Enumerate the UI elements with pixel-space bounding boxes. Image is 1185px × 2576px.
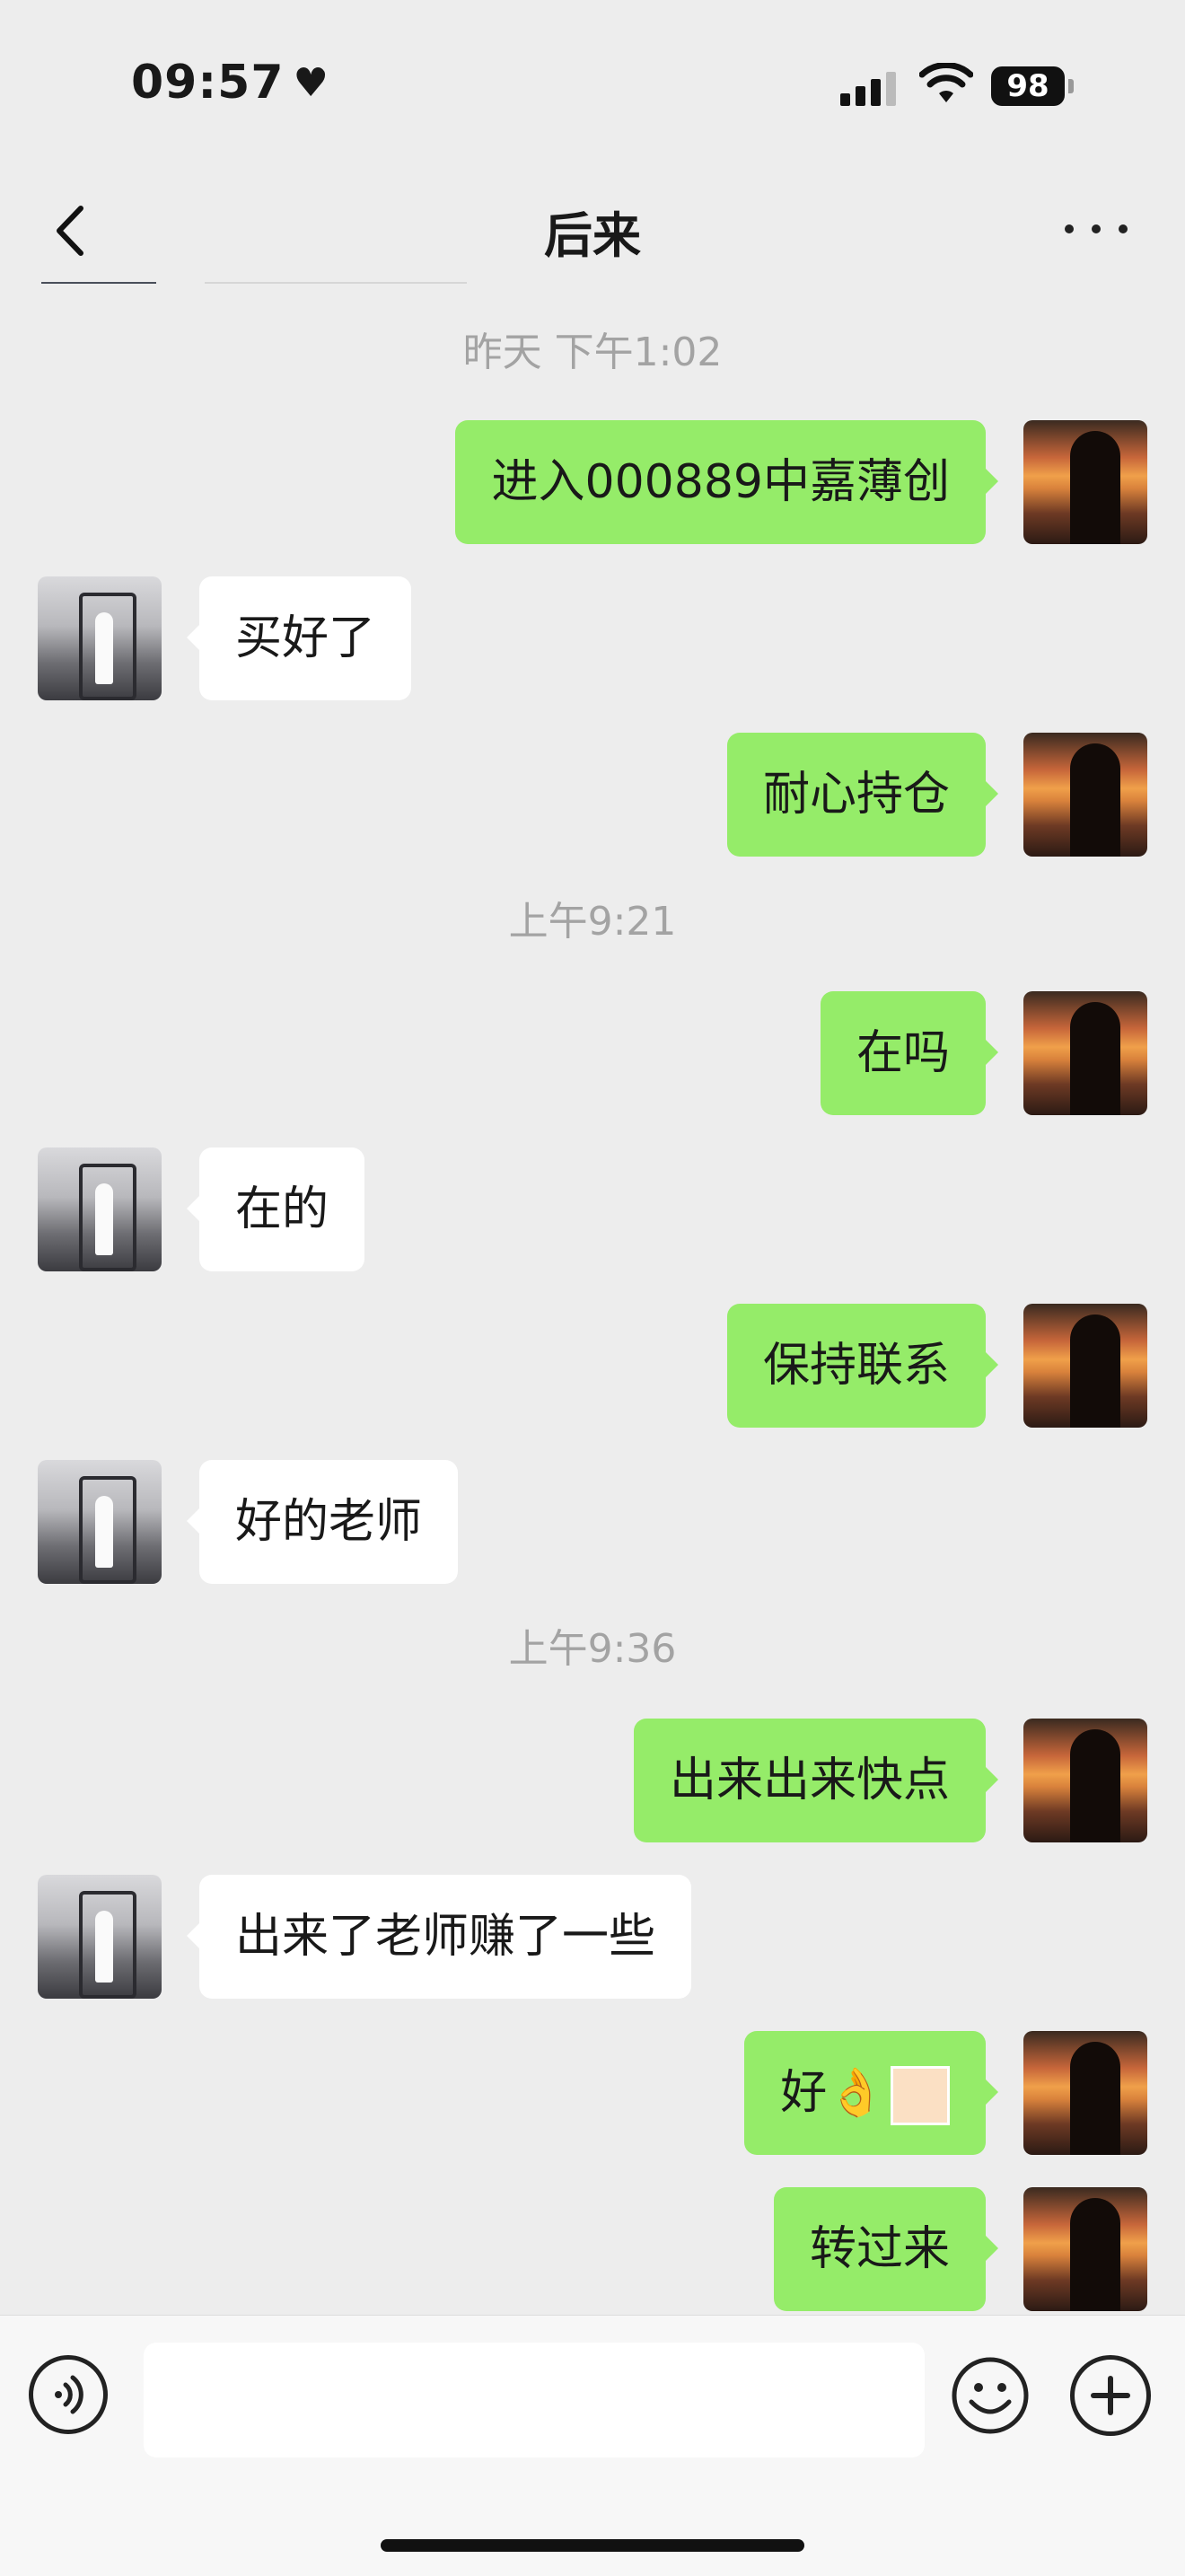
received-message-bubble[interactable]: 好的老师 [186, 1460, 459, 1584]
message-row-sent: 转过来 [0, 2187, 1185, 2313]
my-avatar[interactable] [1023, 991, 1147, 1115]
emoji-icon[interactable] [950, 2355, 1031, 2436]
received-message-bubble[interactable]: 在的 [186, 1147, 365, 1271]
divider [205, 282, 467, 284]
message-input[interactable] [144, 2343, 925, 2457]
chat-header: 后来 [0, 171, 1185, 287]
my-avatar[interactable] [1023, 420, 1147, 544]
status-time-text: 09:57 [131, 56, 285, 110]
sent-message-bubble[interactable]: 出来出来快点 [633, 1719, 999, 1842]
emoji-placeholder-icon [891, 2066, 950, 2125]
home-indicator[interactable] [381, 2539, 804, 2552]
my-avatar[interactable] [1023, 733, 1147, 857]
wifi-icon [919, 63, 973, 102]
message-row-sent: 保持联系 [0, 1304, 1185, 1429]
message-row-received: 好的老师 [0, 1460, 1185, 1586]
contact-avatar[interactable] [38, 1875, 162, 1999]
battery-level: 98 [1006, 68, 1049, 104]
timestamp: 上午9:21 [508, 899, 677, 945]
message-text: 好👌 [780, 2066, 885, 2120]
message-row-received: 买好了 [0, 576, 1185, 702]
message-row-sent: 好👌 [0, 2031, 1185, 2157]
voice-input-button[interactable] [29, 2355, 108, 2434]
my-avatar[interactable] [1023, 2031, 1147, 2155]
status-time: 09:57 ♥ [131, 56, 329, 110]
sent-message-bubble[interactable]: 转过来 [773, 2187, 999, 2311]
sent-message-bubble[interactable]: 进入000889中嘉薄创 [455, 420, 998, 544]
my-avatar[interactable] [1023, 1719, 1147, 1842]
received-message-bubble[interactable]: 买好了 [186, 576, 412, 700]
sent-message-bubble[interactable]: 在吗 [820, 991, 999, 1115]
battery-cap [1068, 79, 1074, 93]
chat-title: 后来 [544, 207, 641, 264]
battery-icon: 98 [991, 66, 1065, 106]
sent-message-bubble[interactable]: 保持联系 [726, 1304, 999, 1428]
timestamp: 上午9:36 [508, 1626, 677, 1672]
timestamp: 昨天 下午1:02 [462, 330, 723, 375]
my-avatar[interactable] [1023, 1304, 1147, 1428]
plus-icon[interactable] [1070, 2355, 1151, 2436]
message-row-received: 出来了老师赚了一些 [0, 1875, 1185, 2000]
message-row-sent: 耐心持仓 [0, 733, 1185, 858]
divider [41, 282, 156, 284]
heart-icon: ♥ [293, 59, 329, 106]
cellular-signal-icon [840, 70, 896, 106]
contact-avatar[interactable] [38, 576, 162, 700]
more-options-icon[interactable] [1065, 207, 1128, 251]
status-bar: 09:57 ♥ 98 [0, 0, 1185, 171]
contact-avatar[interactable] [38, 1460, 162, 1584]
message-row-sent: 在吗 [0, 991, 1185, 1117]
contact-avatar[interactable] [38, 1147, 162, 1271]
message-row-sent: 出来出来快点 [0, 1719, 1185, 1844]
received-message-bubble[interactable]: 出来了老师赚了一些 [186, 1875, 692, 1999]
input-bar [0, 2315, 1185, 2576]
message-row-received: 在的 [0, 1147, 1185, 1273]
sent-message-bubble[interactable]: 耐心持仓 [726, 733, 999, 857]
message-row-sent: 进入000889中嘉薄创 [0, 420, 1185, 546]
my-avatar[interactable] [1023, 2187, 1147, 2311]
sent-message-bubble[interactable]: 好👌 [744, 2031, 998, 2155]
voice-icon [55, 2375, 83, 2414]
